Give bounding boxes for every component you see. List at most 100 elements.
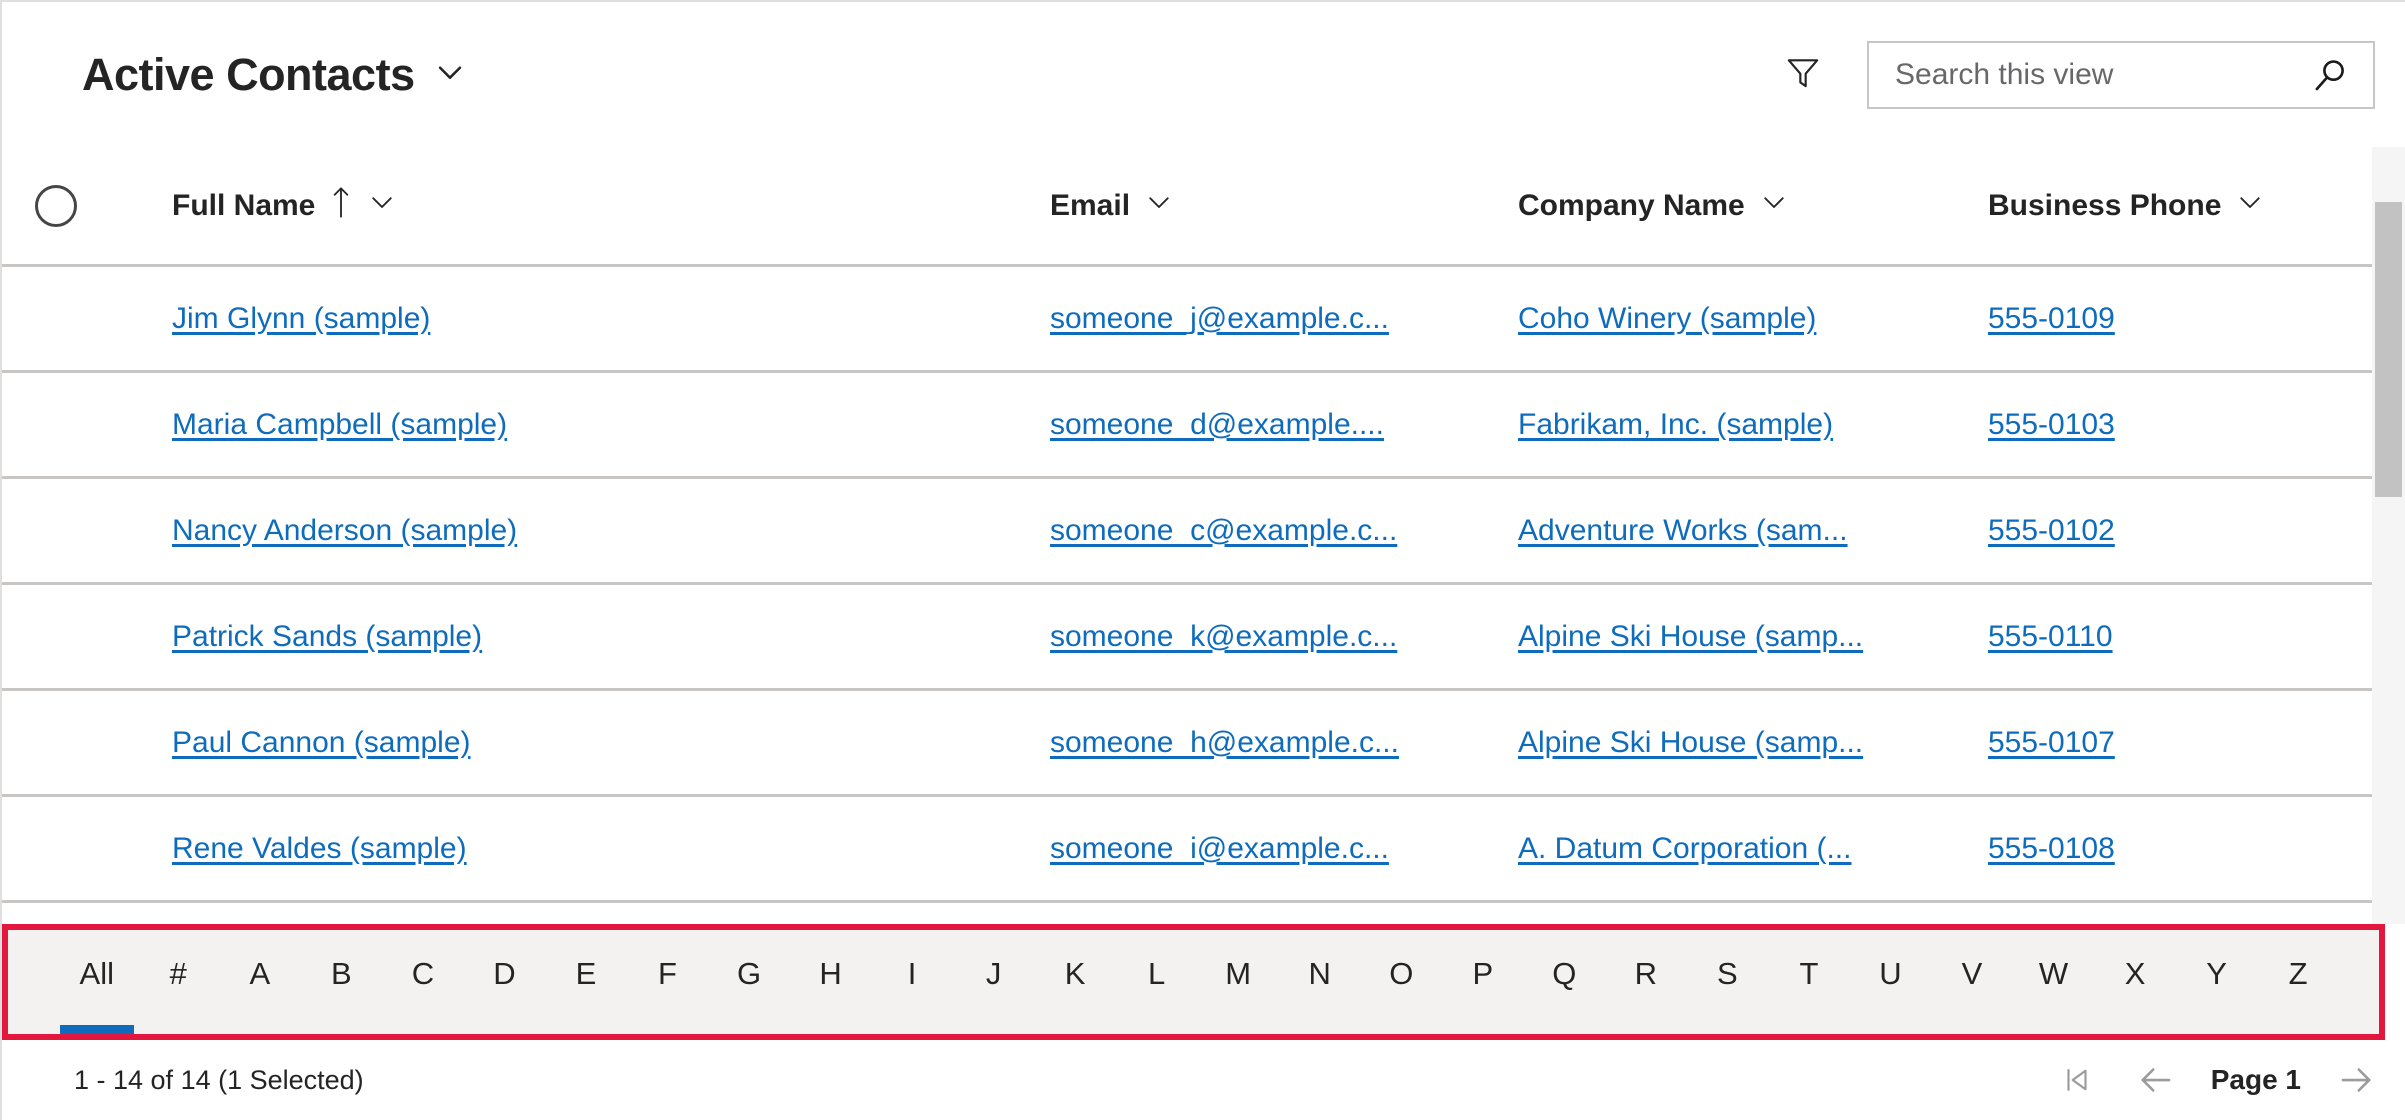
- phone-link[interactable]: 555-0110: [1988, 620, 2368, 654]
- alpha-filter-u[interactable]: U: [1850, 930, 1932, 1034]
- alpha-filter-w[interactable]: W: [2013, 930, 2095, 1034]
- column-header-company-name[interactable]: Company Name: [1518, 187, 1988, 225]
- filter-funnel-icon: [1783, 52, 1823, 97]
- pagination-controls: Page 1: [2055, 1058, 2379, 1102]
- phone-link[interactable]: 555-0102: [1988, 514, 2368, 548]
- alpha-filter-x[interactable]: X: [2094, 930, 2176, 1034]
- record-count-label: 1 - 14 of 14 (1 Selected): [74, 1064, 364, 1095]
- phone-link[interactable]: 555-0103: [1988, 408, 2368, 442]
- alpha-filter-v[interactable]: V: [1931, 930, 2013, 1034]
- search-box[interactable]: [1867, 40, 2375, 109]
- phone-link[interactable]: 555-0107: [1988, 726, 2368, 760]
- company-link[interactable]: Alpine Ski House (samp...: [1518, 620, 1988, 654]
- select-all-cell[interactable]: [2, 184, 110, 227]
- chevron-down-icon[interactable]: [1144, 187, 1174, 225]
- alpha-filter-i[interactable]: I: [871, 930, 953, 1034]
- email-link[interactable]: someone_i@example.c...: [1050, 832, 1518, 866]
- alpha-filter-hash[interactable]: #: [138, 930, 220, 1034]
- alpha-filter-label: R: [1634, 956, 1658, 991]
- contact-name-link[interactable]: Nancy Anderson (sample): [172, 514, 1050, 548]
- email-link[interactable]: someone_h@example.c...: [1050, 726, 1518, 760]
- alphabet-filter-bar[interactable]: All # A B C D E F G H I J K L M N O P Q R S T U V W X Y Z: [2, 924, 2385, 1040]
- search-icon[interactable]: [2309, 54, 2351, 96]
- table-row[interactable]: Paul Cannon (sample) someone_h@example.c…: [2, 691, 2374, 797]
- alpha-filter-q[interactable]: Q: [1524, 930, 1606, 1034]
- alpha-filter-r[interactable]: R: [1605, 930, 1687, 1034]
- chevron-down-icon[interactable]: [2235, 187, 2265, 225]
- search-input[interactable]: [1895, 57, 2297, 92]
- alpha-filter-m[interactable]: M: [1197, 930, 1279, 1034]
- table-row[interactable]: Nancy Anderson (sample) someone_c@exampl…: [2, 479, 2374, 585]
- contacts-grid: Full Name Email Company Name Business Ph…: [2, 147, 2405, 924]
- phone-link[interactable]: 555-0108: [1988, 832, 2368, 866]
- chevron-down-icon[interactable]: [1759, 187, 1789, 225]
- alpha-filter-o[interactable]: O: [1361, 930, 1443, 1034]
- column-header-business-phone[interactable]: Business Phone: [1988, 187, 2368, 225]
- scrollbar-thumb[interactable]: [2375, 202, 2402, 497]
- table-row[interactable]: Rene Valdes (sample) someone_i@example.c…: [2, 797, 2374, 903]
- alpha-filter-n[interactable]: N: [1279, 930, 1361, 1034]
- view-selector[interactable]: Active Contacts: [82, 49, 467, 101]
- alpha-filter-z[interactable]: Z: [2257, 930, 2339, 1034]
- alpha-filter-t[interactable]: T: [1768, 930, 1850, 1034]
- email-link[interactable]: someone_d@example....: [1050, 408, 1518, 442]
- filter-button[interactable]: [1771, 43, 1835, 107]
- cell-full-name: Paul Cannon (sample): [110, 726, 1050, 760]
- company-link[interactable]: Alpine Ski House (samp...: [1518, 726, 1988, 760]
- alpha-filter-l[interactable]: L: [1116, 930, 1198, 1034]
- alpha-filter-a[interactable]: A: [219, 930, 301, 1034]
- company-link[interactable]: Fabrikam, Inc. (sample): [1518, 408, 1988, 442]
- contact-name-link[interactable]: Patrick Sands (sample): [172, 620, 1050, 654]
- company-link[interactable]: Coho Winery (sample): [1518, 302, 1988, 336]
- cell-full-name: Patrick Sands (sample): [110, 620, 1050, 654]
- alpha-filter-label: N: [1308, 956, 1331, 991]
- cell-business-phone: 555-0103: [1988, 408, 2368, 442]
- alpha-filter-h[interactable]: H: [790, 930, 872, 1034]
- alpha-filter-s[interactable]: S: [1687, 930, 1769, 1034]
- phone-link[interactable]: 555-0109: [1988, 302, 2368, 336]
- email-link[interactable]: someone_c@example.c...: [1050, 514, 1518, 548]
- arrow-up-icon[interactable]: [329, 185, 353, 227]
- alpha-filter-y[interactable]: Y: [2176, 930, 2258, 1034]
- cell-email: someone_k@example.c...: [1050, 620, 1518, 654]
- cell-company-name: Alpine Ski House (samp...: [1518, 726, 1988, 760]
- alpha-filter-p[interactable]: P: [1442, 930, 1524, 1034]
- table-row[interactable]: Maria Campbell (sample) someone_d@exampl…: [2, 373, 2374, 479]
- contact-name-link[interactable]: Jim Glynn (sample): [172, 302, 1050, 336]
- cell-company-name: Alpine Ski House (samp...: [1518, 620, 1988, 654]
- cell-business-phone: 555-0110: [1988, 620, 2368, 654]
- email-link[interactable]: someone_k@example.c...: [1050, 620, 1518, 654]
- vertical-scrollbar[interactable]: [2372, 147, 2405, 924]
- company-link[interactable]: Adventure Works (sam...: [1518, 514, 1988, 548]
- alpha-filter-e[interactable]: E: [545, 930, 627, 1034]
- alpha-filter-all[interactable]: All: [56, 930, 138, 1034]
- chevron-down-icon[interactable]: [433, 55, 467, 94]
- contact-name-link[interactable]: Maria Campbell (sample): [172, 408, 1050, 442]
- table-row[interactable]: Jim Glynn (sample) someone_j@example.c..…: [2, 267, 2374, 373]
- cell-business-phone: 555-0109: [1988, 302, 2368, 336]
- column-header-email[interactable]: Email: [1050, 187, 1518, 225]
- alpha-filter-label: H: [819, 956, 842, 991]
- company-link[interactable]: A. Datum Corporation (...: [1518, 832, 1988, 866]
- alpha-filter-label: T: [1799, 956, 1819, 991]
- alpha-filter-c[interactable]: C: [382, 930, 464, 1034]
- table-row[interactable]: Patrick Sands (sample) someone_k@example…: [2, 585, 2374, 691]
- contact-name-link[interactable]: Paul Cannon (sample): [172, 726, 1050, 760]
- first-page-icon[interactable]: [2055, 1058, 2099, 1102]
- alpha-filter-g[interactable]: G: [708, 930, 790, 1034]
- column-header-label: Company Name: [1518, 188, 1745, 222]
- email-link[interactable]: someone_j@example.c...: [1050, 302, 1518, 336]
- circle-checkbox-icon[interactable]: [35, 184, 77, 227]
- grid-footer: 1 - 14 of 14 (1 Selected) Page 1: [2, 1040, 2405, 1120]
- contact-name-link[interactable]: Rene Valdes (sample): [172, 832, 1050, 866]
- alpha-filter-label: V: [1961, 956, 1983, 991]
- arrow-left-icon[interactable]: [2133, 1058, 2177, 1102]
- alpha-filter-d[interactable]: D: [464, 930, 546, 1034]
- arrow-right-icon[interactable]: [2335, 1058, 2379, 1102]
- chevron-down-icon[interactable]: [367, 187, 397, 225]
- alpha-filter-f[interactable]: F: [627, 930, 709, 1034]
- column-header-full-name[interactable]: Full Name: [110, 185, 1050, 227]
- alpha-filter-b[interactable]: B: [301, 930, 383, 1034]
- alpha-filter-k[interactable]: K: [1034, 930, 1116, 1034]
- alpha-filter-j[interactable]: J: [953, 930, 1035, 1034]
